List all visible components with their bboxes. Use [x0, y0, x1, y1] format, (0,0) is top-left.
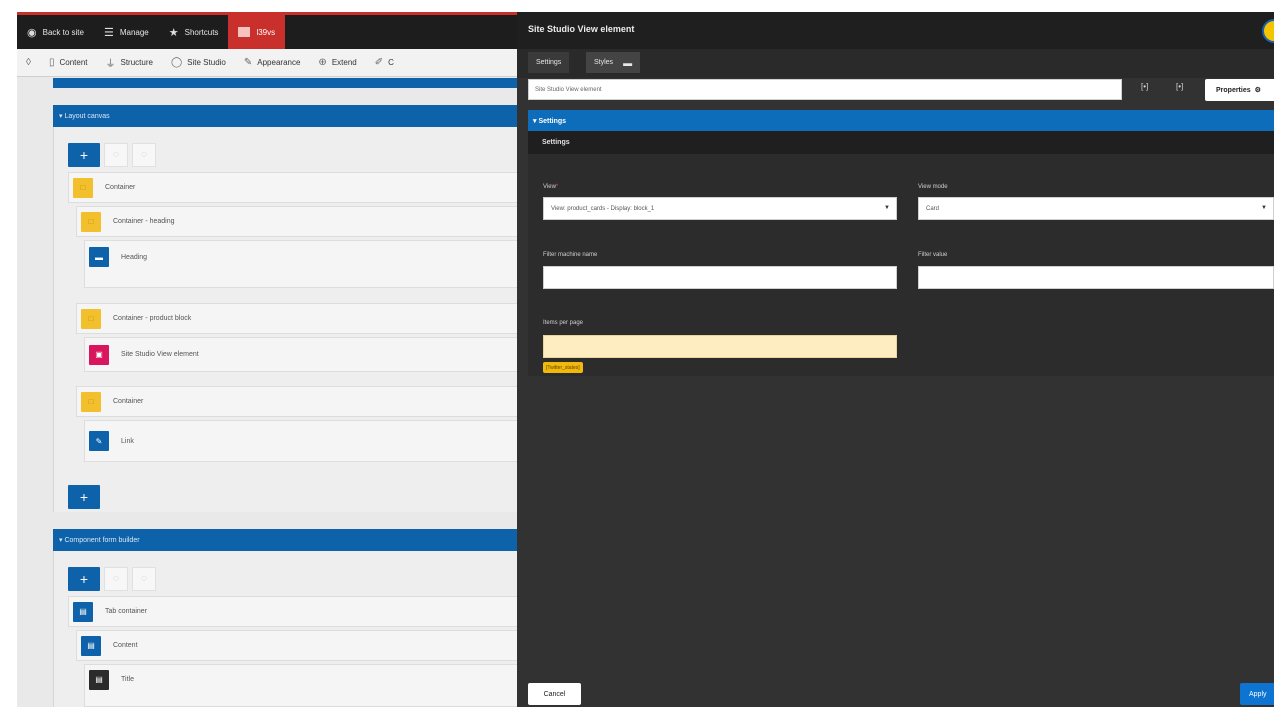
- menu-item-appearance[interactable]: ✎ Appearance: [235, 57, 310, 68]
- modal-title: Site Studio View element: [528, 24, 635, 34]
- container-icon: □: [81, 211, 101, 232]
- help-icon[interactable]: [1262, 19, 1274, 43]
- gear-icon: ⚙: [1254, 87, 1261, 94]
- tab-styles[interactable]: Styles ▬: [586, 52, 641, 73]
- layout-canvas-body: + ◌ ◌ □ Container □ Container - heading …: [53, 127, 518, 512]
- drupal-drop-icon: ◉: [27, 26, 37, 39]
- wrench-icon: ✐: [374, 57, 384, 68]
- add-element-button[interactable]: +: [68, 143, 100, 167]
- component-editor: ▾ Layout canvas + ◌ ◌ □ Container □ Cont…: [17, 78, 518, 707]
- filter-machine-name-input[interactable]: [543, 266, 897, 289]
- user-icon: [238, 27, 251, 37]
- menu-icon: ☰: [103, 26, 114, 39]
- variable-icon[interactable]: [•]: [1141, 82, 1148, 91]
- menu-icon: ▬: [623, 57, 633, 68]
- modal-header: Site Studio View element: [517, 12, 1274, 49]
- layout-canvas-header[interactable]: ▾ Layout canvas: [53, 105, 517, 127]
- token-icon[interactable]: [•]: [1176, 82, 1183, 91]
- structure-icon: ⏚: [105, 59, 116, 70]
- menu-item-config[interactable]: ✐ C: [366, 57, 403, 68]
- collapsed-panel-header[interactable]: [53, 78, 517, 88]
- items-per-page-label: Items per page: [543, 320, 584, 326]
- items-per-page-input[interactable]: [543, 335, 897, 358]
- shortcuts-menu[interactable]: ★ Shortcuts: [159, 15, 229, 49]
- menu-item-structure[interactable]: ⏚ Structure: [97, 55, 162, 70]
- canvas-toolbar: + ◌ ◌: [68, 143, 156, 167]
- admin-menu-tray: ◊ ▯ Content ⏚ Structure ◯ Site Studio ✎ Appe…: [17, 49, 517, 77]
- tab-container-icon: ▤: [73, 601, 93, 622]
- settings-form: View* View: product_cards - Display: blo…: [528, 154, 1274, 376]
- tree-row-content[interactable]: ▤ Content: [76, 630, 518, 661]
- element-settings-modal: Site Studio View element Settings Styles…: [517, 12, 1274, 707]
- add-field-button[interactable]: +: [68, 567, 100, 591]
- link-icon: ✎: [89, 431, 109, 451]
- input-field-icon: ▤: [89, 669, 109, 690]
- heading-icon: ▬: [89, 247, 109, 267]
- menu-item-site-studio[interactable]: ◯ Site Studio: [162, 57, 235, 68]
- chevron-down-icon: ▼: [884, 205, 890, 211]
- modal-tabs: Settings Styles ▬: [517, 49, 1274, 78]
- puzzle-icon: ⊕: [318, 57, 327, 68]
- chevron-down-icon: ▼: [1261, 205, 1267, 211]
- manage-menu[interactable]: ☰ Manage: [94, 15, 159, 49]
- copy-field-button[interactable]: ◌: [104, 567, 128, 591]
- component-form-builder-header[interactable]: ▾ Component form builder: [53, 529, 517, 551]
- tree-row-site-studio-view[interactable]: ▣ Site Studio View element: [84, 337, 518, 372]
- container-icon: □: [73, 177, 93, 198]
- view-mode-select[interactable]: Card ▼: [918, 197, 1274, 220]
- menu-item-extend[interactable]: ⊕ Extend: [309, 57, 365, 68]
- tree-row-container[interactable]: □ Container: [76, 386, 518, 417]
- tree-row-container-product-block[interactable]: □ Container - product block: [76, 303, 518, 334]
- settings-section-header[interactable]: ▾ Settings: [528, 110, 1274, 131]
- tree-row-heading[interactable]: ▬ Heading: [84, 240, 518, 288]
- admin-toolbar: ◉ Back to site ☰ Manage ★ Shortcuts l39v…: [17, 12, 517, 49]
- element-name-input[interactable]: Site Studio View element: [528, 79, 1122, 100]
- container-icon: □: [81, 391, 101, 412]
- view-select[interactable]: View: product_cards - Display: block_1 ▼: [543, 197, 897, 220]
- view-mode-label: View mode: [918, 184, 948, 190]
- paste-field-button[interactable]: ◌: [132, 567, 156, 591]
- add-element-bottom-button[interactable]: +: [68, 485, 100, 509]
- settings-subheader: Settings: [528, 131, 1274, 154]
- star-icon: ★: [168, 26, 179, 39]
- view-element-icon: ▣: [89, 344, 109, 365]
- form-builder-toolbar: + ◌ ◌: [68, 567, 156, 591]
- tree-row-container[interactable]: □ Container: [68, 172, 518, 203]
- site-studio-icon: ◯: [170, 57, 183, 68]
- filter-value-label: Filter value: [918, 252, 948, 258]
- apply-button[interactable]: Apply: [1240, 683, 1274, 705]
- filter-value-input[interactable]: [918, 266, 1274, 289]
- drupal-drop-icon: ◊: [26, 57, 31, 68]
- properties-button[interactable]: Properties ⚙: [1205, 79, 1274, 101]
- tab-settings[interactable]: Settings: [528, 52, 570, 73]
- tree-row-container-heading[interactable]: □ Container - heading: [76, 206, 518, 237]
- container-icon: □: [81, 308, 101, 329]
- user-menu[interactable]: l39vs: [228, 15, 286, 49]
- brush-icon: ✎: [243, 57, 253, 68]
- back-to-site-link[interactable]: ◉ Back to site: [17, 15, 94, 49]
- token-badge[interactable]: [Twitter_states]: [543, 362, 583, 373]
- screen: ◉ Back to site ☰ Manage ★ Shortcuts l39v…: [17, 12, 1274, 707]
- view-label: View*: [543, 184, 559, 190]
- copy-button[interactable]: ◌: [104, 143, 128, 167]
- menu-item-content[interactable]: ▯ Content: [40, 57, 97, 68]
- canvas-bottom-toolbar: +: [68, 485, 100, 509]
- page-icon: ▯: [48, 57, 55, 68]
- tree-row-title[interactable]: ▤ Title: [84, 664, 518, 707]
- home-link[interactable]: ◊: [17, 57, 40, 68]
- filter-machine-name-label: Filter machine name: [543, 252, 598, 258]
- tree-row-link[interactable]: ✎ Link: [84, 420, 518, 462]
- tree-row-tab-container[interactable]: ▤ Tab container: [68, 596, 518, 627]
- cancel-button[interactable]: Cancel: [528, 683, 581, 705]
- component-form-builder-body: + ◌ ◌ ▤ Tab container ▤ Content ▤ Title: [53, 551, 518, 707]
- tab-item-icon: ▤: [81, 635, 101, 656]
- paste-button[interactable]: ◌: [132, 143, 156, 167]
